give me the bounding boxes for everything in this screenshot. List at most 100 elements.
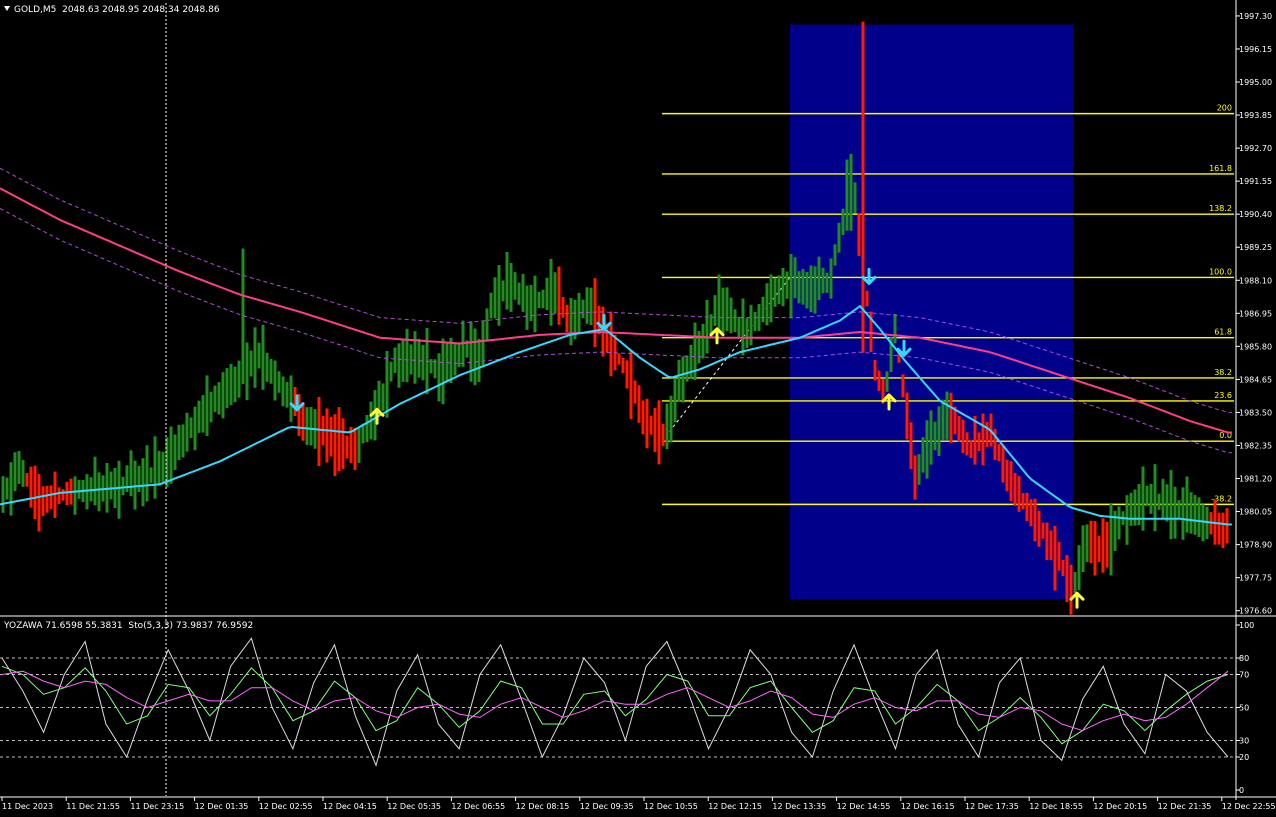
price-tick-label: 1984.65 — [1239, 375, 1272, 384]
price-bar — [905, 392, 909, 440]
price-bar — [849, 153, 853, 231]
price-bar — [473, 328, 477, 386]
price-bar — [61, 489, 65, 501]
price-bar — [37, 474, 41, 532]
price-bar — [393, 347, 397, 373]
price-bar — [1141, 466, 1145, 531]
price-bar — [965, 432, 969, 456]
price-bar — [257, 342, 261, 369]
price-bar — [1001, 445, 1005, 483]
price-bar — [1181, 487, 1185, 540]
osc-tick-label: 80 — [1239, 654, 1249, 663]
price-bar — [5, 477, 9, 500]
price-bar — [365, 414, 369, 443]
price-bar — [109, 471, 113, 500]
price-bar — [653, 407, 657, 452]
time-tick-label: 12 Dec 20:15 — [1093, 802, 1147, 811]
price-bar — [521, 273, 525, 312]
price-bar — [1069, 564, 1073, 615]
price-bar — [233, 366, 237, 403]
price-bar — [1193, 495, 1197, 535]
price-tick-label: 1991.55 — [1239, 177, 1272, 186]
price-bar — [885, 371, 889, 392]
osc-tick-label: 50 — [1239, 704, 1249, 713]
price-bar — [185, 412, 189, 452]
price-bar — [161, 451, 165, 485]
price-bar — [581, 299, 585, 319]
price-bar — [793, 257, 797, 299]
price-bar — [269, 358, 273, 384]
price-bar — [309, 407, 313, 446]
price-bar — [229, 363, 233, 406]
time-tick-label: 12 Dec 09:35 — [580, 802, 634, 811]
price-bar — [197, 400, 201, 433]
price-bar — [1129, 492, 1133, 526]
price-bar — [893, 313, 897, 344]
price-tick-label: 1986.95 — [1239, 309, 1272, 318]
time-tick-label: 11 Dec 21:55 — [66, 802, 120, 811]
price-bar — [513, 272, 517, 300]
price-bar — [341, 418, 345, 469]
price-tick-label: 1997.30 — [1239, 12, 1272, 21]
time-tick-label: 12 Dec 12:15 — [708, 802, 762, 811]
menu-triangle-icon[interactable] — [4, 6, 10, 11]
price-bar — [1221, 512, 1225, 549]
price-bar — [117, 460, 121, 519]
price-bar — [177, 424, 181, 461]
price-bar — [193, 406, 197, 451]
trading-chart[interactable]: 200161.8138.2100.061.838.223.60.0-38.2 1… — [0, 0, 1276, 817]
osc-tick-label: 30 — [1239, 737, 1249, 746]
price-bar — [569, 297, 573, 346]
price-bar — [1085, 524, 1089, 563]
price-bar — [141, 458, 145, 507]
time-tick-label: 12 Dec 02:55 — [259, 802, 313, 811]
price-bar — [1153, 464, 1157, 532]
time-tick-label: 12 Dec 18:55 — [1029, 802, 1083, 811]
price-bar — [633, 380, 637, 404]
fibo-label: 61.8 — [1214, 328, 1232, 337]
price-bar — [181, 424, 185, 458]
price-bar — [1005, 459, 1009, 492]
price-bar — [213, 385, 217, 413]
price-bar — [1029, 499, 1033, 527]
price-bar — [441, 338, 445, 405]
price-bar — [449, 337, 453, 384]
price-bar — [381, 383, 385, 411]
price-bar — [621, 357, 625, 374]
price-bar — [565, 304, 569, 333]
price-bar — [721, 287, 725, 335]
price-bar — [785, 271, 789, 299]
price-bar — [169, 426, 173, 484]
price-bar — [1133, 489, 1137, 526]
price-bar — [417, 338, 421, 378]
fibo-label: 23.6 — [1214, 391, 1232, 400]
price-bar — [25, 473, 29, 487]
price-bar — [637, 385, 641, 423]
price-bar — [877, 370, 881, 392]
price-bar — [677, 359, 681, 402]
price-bar — [209, 391, 213, 423]
price-bar — [353, 427, 357, 470]
price-bar — [221, 372, 225, 419]
price-bar — [733, 309, 737, 333]
price-bar — [1037, 510, 1041, 547]
price-bar — [789, 254, 793, 319]
price-bar — [305, 407, 309, 445]
price-bar — [717, 274, 721, 332]
price-bar — [445, 342, 449, 382]
osc-tick-label: 100 — [1239, 621, 1254, 630]
price-bar — [501, 280, 505, 302]
price-bar — [469, 321, 473, 382]
price-bar — [609, 311, 613, 377]
price-bar — [265, 352, 269, 382]
price-bar — [745, 317, 749, 348]
fibo-label: 161.8 — [1209, 164, 1232, 173]
price-tick-label: 1995.00 — [1239, 78, 1272, 87]
osc-tick-label: 70 — [1239, 671, 1249, 680]
price-bar — [73, 476, 77, 515]
price-tick-label: 1989.25 — [1239, 243, 1272, 252]
time-tick-label: 12 Dec 13:35 — [772, 802, 826, 811]
price-bar — [645, 398, 649, 449]
price-bar — [753, 312, 757, 331]
price-bar — [725, 287, 729, 332]
